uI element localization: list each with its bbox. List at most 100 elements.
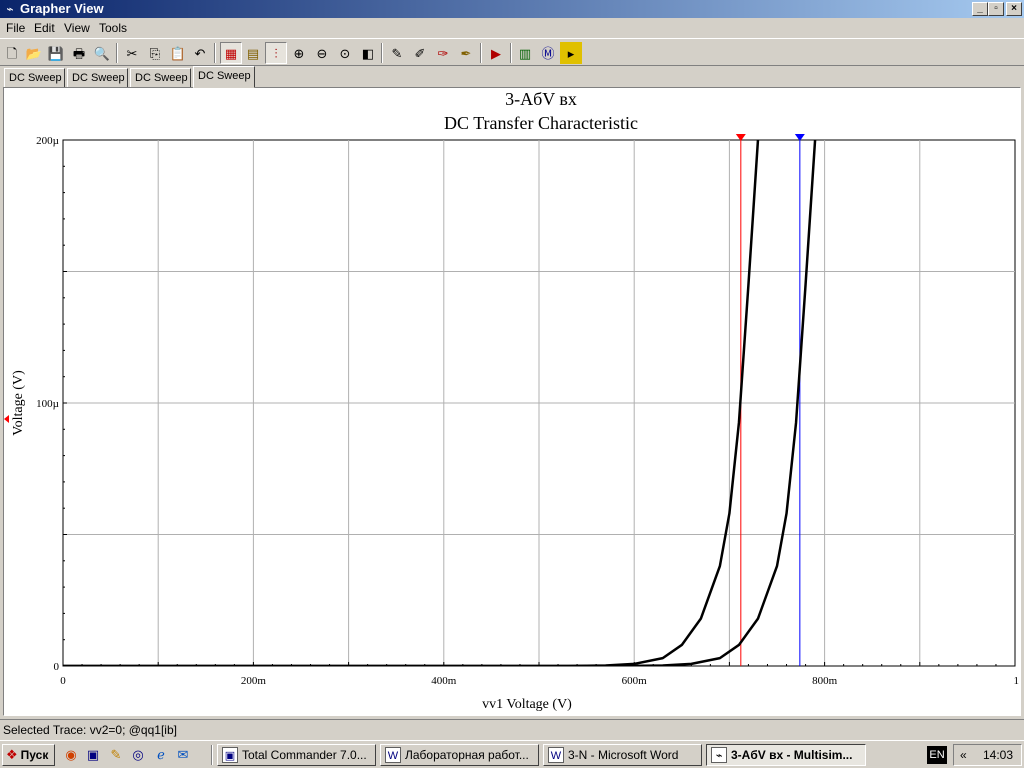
grid-toggle-icon[interactable]: ▦ [220, 42, 242, 64]
restore-button[interactable]: ▫ [988, 2, 1004, 16]
export-to-labview-icon[interactable]: ▸ [560, 42, 582, 64]
overlay-traces-icon[interactable]: ◧ [357, 42, 379, 64]
data-point [719, 657, 721, 659]
y-axis-label: Voltage (V) [11, 370, 26, 436]
minimize-button[interactable]: _ [972, 2, 988, 16]
media-player-icon[interactable]: ◎ [129, 746, 147, 764]
taskbar: ❖ Пуск ◉ ▣ ✎ ◎ ℯ ✉ ▣ Total Commander 7.0… [0, 740, 1024, 768]
windows-logo-icon: ❖ [6, 747, 18, 762]
word-document-icon: W [385, 747, 401, 763]
data-point [681, 644, 683, 646]
language-indicator[interactable]: EN [927, 746, 947, 764]
data-point [633, 663, 635, 665]
print-preview-icon[interactable]: 🔍 [91, 42, 113, 64]
data-point [776, 565, 778, 567]
restore-icon[interactable]: ✒ [455, 42, 477, 64]
task-label: Лабораторная работ... [405, 748, 529, 762]
menu-tools[interactable]: Tools [99, 20, 127, 36]
browser-icon[interactable]: ◉ [62, 746, 80, 764]
data-point [795, 422, 797, 424]
cursors-toggle-icon[interactable]: ⫶ [265, 42, 287, 64]
status-bar: Selected Trace: vv2=0; @qq1[ib] [0, 719, 1024, 739]
menu-view[interactable]: View [64, 20, 90, 36]
tab-dc-sweep-4[interactable]: DC Sweep [193, 66, 255, 88]
zoom-out-icon[interactable]: ⊖ [311, 42, 333, 64]
data-point [785, 512, 788, 515]
clock[interactable]: 14:03 [983, 745, 1013, 765]
start-button[interactable]: ❖ Пуск [2, 744, 55, 766]
data-point [719, 565, 721, 567]
start-label: Пуск [20, 748, 49, 762]
y-tick-label: 100µ [36, 398, 59, 410]
menu-file[interactable]: File [6, 20, 25, 36]
menu-bar: File Edit View Tools [0, 18, 1024, 38]
zoom-fit-icon[interactable]: ⊙ [334, 42, 356, 64]
selected-trace-status: Selected Trace: vv2=0; @qq1[ib] [3, 723, 177, 737]
print-icon[interactable]: 🖶 [68, 42, 90, 64]
data-point [738, 644, 740, 646]
total-commander-icon: ▣ [222, 747, 238, 763]
multisim-icon: ⌁ [711, 747, 727, 763]
zoom-in-icon[interactable]: ⊕ [288, 42, 310, 64]
undo-icon[interactable]: ↶ [189, 42, 211, 64]
window-title: Grapher View [20, 1, 104, 16]
x-tick-label: 600m [622, 675, 648, 687]
select-marks-icon[interactable]: ✐ [409, 42, 431, 64]
export-to-mathcad-icon[interactable]: Ⓜ [537, 42, 559, 64]
graph-panel[interactable]: 3-AбV вх DC Transfer Characteristic 0 200m 4… [3, 87, 1021, 716]
x-tick-label: 1 [1014, 675, 1020, 687]
task-label: Total Commander 7.0... [242, 748, 367, 762]
tray-expand-icon[interactable]: « [960, 745, 967, 765]
new-icon[interactable]: 🗋 [1, 42, 23, 64]
data-point [662, 664, 664, 666]
task-multisim[interactable]: ⌁ 3-AбV вх - Multisim... [706, 744, 866, 766]
tab-dc-sweep-1[interactable]: DC Sweep [4, 68, 65, 88]
toolbar-separator [510, 43, 512, 63]
grapher-app-icon[interactable]: ⌁ [3, 2, 17, 16]
data-point [804, 284, 807, 286]
reverse-colors-icon[interactable]: ✑ [432, 42, 454, 64]
toolbar: 🗋 📂 💾 🖶 🔍 ✂ ⎘ 📋 ↶ ▦ ▤ ⫶ ⊕ ⊖ ⊙ ◧ ✎ ✐ ✑ ✒ … [0, 38, 1024, 66]
transfer-chart[interactable]: 3-AбV вх DC Transfer Characteristic 0 200m 4… [4, 88, 1020, 715]
x-tick-label: 0 [60, 675, 66, 687]
x-tick-label: 400m [431, 675, 457, 687]
data-point [690, 663, 692, 665]
legend-toggle-icon[interactable]: ▤ [242, 42, 264, 64]
task-label: 3-N - Microsoft Word [568, 748, 679, 762]
copy-icon[interactable]: ⎘ [144, 42, 166, 64]
task-lab-word[interactable]: W Лабораторная работ... [380, 744, 539, 766]
export-to-excel-icon[interactable]: ▥ [514, 42, 536, 64]
open-icon[interactable]: 📂 [23, 42, 45, 64]
taskbar-separator [211, 745, 213, 765]
chart-subtitle: DC Transfer Characteristic [444, 113, 638, 133]
tab-dc-sweep-2[interactable]: DC Sweep [67, 68, 128, 88]
menu-edit[interactable]: Edit [34, 20, 55, 36]
data-point [728, 512, 731, 515]
toolbar-separator [381, 43, 383, 63]
x-tick-label: 200m [241, 675, 267, 687]
axis-marker [4, 415, 9, 423]
save-disk-icon[interactable]: ▣ [84, 746, 102, 764]
tools-icon[interactable]: ✎ [107, 746, 125, 764]
paste-icon[interactable]: 📋 [167, 42, 189, 64]
data-point [700, 618, 702, 620]
cut-icon[interactable]: ✂ [121, 42, 143, 64]
task-label: 3-AбV вх - Multisim... [731, 748, 853, 762]
save-icon[interactable]: 💾 [45, 42, 67, 64]
close-button[interactable]: × [1006, 2, 1022, 16]
export-icon[interactable]: ▶ [485, 42, 507, 64]
chart-title: 3-AбV вх [505, 89, 577, 109]
outlook-express-icon[interactable]: ✉ [174, 746, 192, 764]
tab-dc-sweep-3[interactable]: DC Sweep [130, 68, 191, 88]
x-axis-label: vv1 Voltage (V) [482, 697, 572, 712]
data-point [757, 618, 759, 620]
toolbar-separator [480, 43, 482, 63]
x-tick-label: 800m [812, 675, 838, 687]
toolbar-separator [214, 43, 216, 63]
title-bar: ⌁ Grapher View _ ▫ × [0, 0, 1024, 18]
page-tabs: DC Sweep DC Sweep DC Sweep DC Sweep [0, 66, 1024, 88]
internet-explorer-icon[interactable]: ℯ [152, 746, 170, 764]
properties-icon[interactable]: ✎ [386, 42, 408, 64]
task-total-commander[interactable]: ▣ Total Commander 7.0... [217, 744, 376, 766]
task-3n-word[interactable]: W 3-N - Microsoft Word [543, 744, 702, 766]
